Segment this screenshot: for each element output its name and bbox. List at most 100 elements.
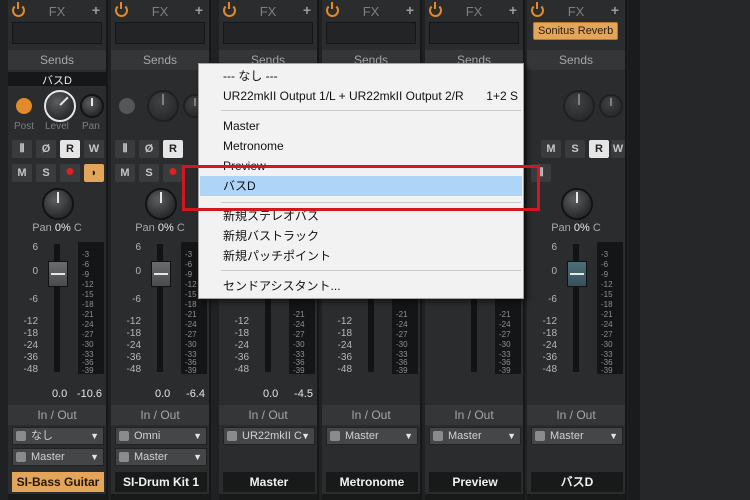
vertical-scrollbar[interactable]	[628, 0, 640, 500]
phase-button[interactable]: Ø	[36, 140, 56, 158]
solo-button[interactable]: S	[565, 140, 585, 158]
input-echo-icon[interactable]: ⦀	[12, 140, 32, 158]
button-row-2: M S ● ◗	[12, 164, 104, 184]
fader-value: 0.0	[155, 388, 171, 400]
input-echo-icon[interactable]: ⦀	[115, 140, 135, 158]
menu-item-metronome[interactable]: Metronome	[200, 136, 522, 156]
output-select[interactable]: UR22mkII C ▼	[223, 427, 315, 445]
write-button[interactable]: W	[84, 140, 104, 158]
level-meter: -3 -6 -9 -12 -15 -18 -21 -24 -27 -30 -33 -36 -39	[597, 242, 623, 375]
button-row-1: ⦀ Ø R	[115, 140, 207, 160]
menu-item-send-assistant[interactable]: センドアシスタント...	[200, 276, 522, 296]
add-fx-icon[interactable]: +	[92, 2, 100, 18]
input-echo-icon[interactable]: ⦀	[531, 164, 551, 182]
mute-button[interactable]: M	[115, 164, 135, 182]
post-label: Post	[14, 121, 35, 132]
sends-header: Sends	[8, 50, 106, 70]
read-button[interactable]: R	[60, 140, 80, 158]
volume-fader[interactable]	[48, 261, 68, 287]
add-fx-icon[interactable]: +	[406, 2, 414, 18]
fx-rack[interactable]	[115, 22, 205, 44]
output-select[interactable]: Master ▼	[12, 448, 104, 466]
menu-item-new-patch-point[interactable]: 新規パッチポイント	[200, 246, 522, 266]
fader-scale: 6 0 -6 -12 -18 -24 -36 -48	[542, 242, 557, 375]
send-destination[interactable]: バスD	[8, 72, 106, 87]
add-fx-icon[interactable]: +	[611, 2, 619, 18]
fx-header: FX +	[111, 0, 209, 22]
input-select[interactable]: Omni ▼	[115, 427, 207, 445]
menu-separator	[221, 202, 521, 203]
menu-item-master[interactable]: Master	[200, 116, 522, 136]
pan-readout: Pan 0% C	[551, 222, 601, 234]
menu-item-preview[interactable]: Preview	[200, 156, 522, 176]
send-pan-knob[interactable]	[599, 94, 623, 118]
right-pane	[640, 0, 750, 500]
strip-footer	[219, 494, 317, 500]
pan-knob[interactable]	[561, 188, 593, 220]
pan-readout: Pan 0% C	[32, 222, 82, 234]
solo-button[interactable]: S	[139, 164, 159, 182]
fx-plugin-slot[interactable]: Sonitus Reverb	[533, 22, 619, 40]
read-button[interactable]: R	[163, 140, 183, 158]
pan-knob[interactable]	[42, 188, 74, 220]
fader-values: 0.0 -10.6	[8, 388, 106, 402]
fader-value: 0.0	[263, 388, 279, 400]
fx-rack[interactable]	[223, 22, 313, 44]
fx-header: FX +	[8, 0, 106, 22]
track-name[interactable]: Metronome	[326, 472, 418, 492]
input-monitor-icon[interactable]: ◗	[84, 164, 104, 182]
menu-item-ur22-output[interactable]: UR22mkII Output 1/L + UR22mkII Output 2/…	[200, 86, 522, 106]
button-row-2: ⦀	[531, 164, 623, 184]
track-name[interactable]: Master	[223, 472, 315, 492]
sends-header: Sends	[111, 50, 209, 70]
add-fx-icon[interactable]: +	[195, 2, 203, 18]
send-level-knob[interactable]	[563, 90, 595, 122]
record-arm-icon[interactable]: ●	[163, 164, 183, 182]
menu-item-bus-d[interactable]: バスD	[200, 176, 522, 196]
read-button[interactable]: R	[589, 140, 609, 158]
send-enable-toggle[interactable]	[16, 98, 32, 114]
menu-separator	[221, 110, 521, 111]
io-header: In / Out	[425, 405, 523, 425]
input-select[interactable]: なし ▼	[12, 427, 104, 445]
strip-footer	[527, 494, 625, 500]
write-button[interactable]: W	[611, 140, 625, 158]
pan-knob[interactable]	[145, 188, 177, 220]
send-enable-toggle[interactable]	[119, 98, 135, 114]
volume-fader[interactable]	[151, 261, 171, 287]
peak-value: -4.5	[294, 388, 313, 400]
menu-item-none[interactable]: --- なし ---	[200, 66, 522, 86]
mixer-window: { "channels": [ {"fx_label":"FX","sends_…	[0, 0, 750, 500]
fx-header: FX +	[425, 0, 523, 22]
track-name[interactable]: SI-Drum Kit 1	[115, 472, 207, 492]
add-fx-icon[interactable]: +	[509, 2, 517, 18]
solo-button[interactable]: S	[36, 164, 56, 182]
menu-separator	[221, 270, 521, 271]
send-level-knob[interactable]	[44, 90, 76, 122]
output-select[interactable]: Master ▼	[115, 448, 207, 466]
mute-button[interactable]: M	[12, 164, 32, 182]
menu-item-new-bus-track[interactable]: 新規バストラック	[200, 226, 522, 246]
fx-rack[interactable]	[12, 22, 102, 44]
mute-button[interactable]: M	[541, 140, 561, 158]
send-level-knob[interactable]	[147, 90, 179, 122]
track-name[interactable]: SI-Bass Guitar	[12, 472, 104, 492]
send-pan-knob[interactable]	[80, 94, 104, 118]
volume-fader[interactable]	[567, 261, 587, 287]
fader-scale: 6 0 -6 -12 -18 -24 -36 -48	[23, 242, 38, 375]
menu-item-new-stereo-bus[interactable]: 新規ステレオバス	[200, 206, 522, 226]
fx-rack[interactable]	[429, 22, 519, 44]
io-header: In / Out	[527, 405, 625, 425]
channel-strip-bus-d: FX + Sonitus Reverb Sends M S R W ⦀ Pan …	[527, 0, 627, 500]
record-arm-icon[interactable]: ●	[60, 164, 80, 182]
output-select[interactable]: Master ▼	[429, 427, 521, 445]
pan-readout: Pan 0% C	[135, 222, 185, 234]
track-name[interactable]: Preview	[429, 472, 521, 492]
track-name[interactable]: バスD	[531, 472, 623, 492]
output-select[interactable]: Master ▼	[326, 427, 418, 445]
fx-rack[interactable]	[326, 22, 416, 44]
add-fx-icon[interactable]: +	[303, 2, 311, 18]
phase-button[interactable]: Ø	[139, 140, 159, 158]
send-destination-menu: --- なし --- UR22mkII Output 1/L + UR22mkI…	[198, 63, 524, 299]
output-select[interactable]: Master ▼	[531, 427, 623, 445]
